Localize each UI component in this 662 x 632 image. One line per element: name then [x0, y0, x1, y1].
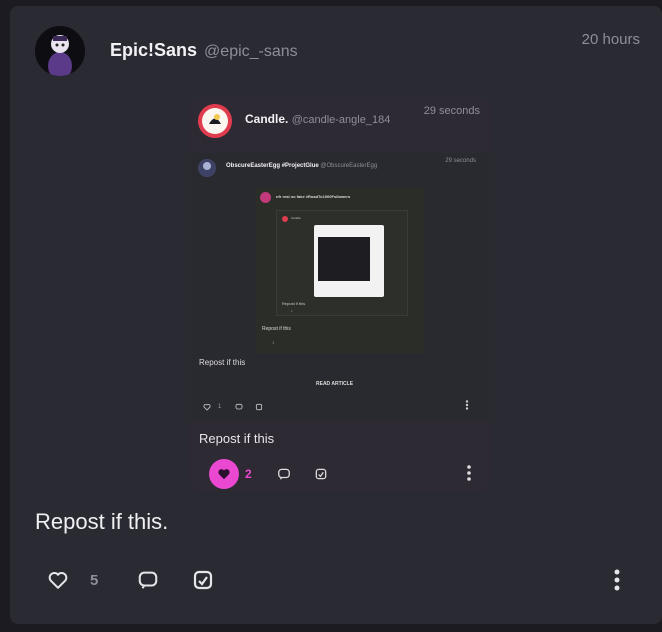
deeper-author-avatar [282, 216, 288, 222]
deep-author-avatar [260, 192, 271, 203]
nested-repost-icon[interactable] [255, 403, 263, 411]
post-text: Repost if this. [35, 509, 169, 534]
deepest-post-image [318, 237, 370, 281]
nested-author-avatar[interactable] [198, 159, 216, 177]
nested-like-count: 1 [218, 404, 222, 410]
nested-quoted-post[interactable]: ObscureEasterEgg #ProjectGlue @ObscureEa… [190, 153, 490, 419]
quoted-author-avatar[interactable] [198, 104, 232, 138]
quoted-author-name[interactable]: Candle. [245, 112, 288, 126]
quoted-more-icon[interactable] [467, 465, 471, 481]
nested-comment-icon[interactable] [235, 403, 243, 411]
deep-quoted-post[interactable]: nfr real no fake #RoadTo1000Followers Ca… [256, 188, 424, 354]
author-name[interactable]: Epic!Sans [110, 40, 197, 60]
repost-icon[interactable] [191, 568, 215, 592]
deep-post-text: Repost if this [262, 326, 291, 332]
comment-icon[interactable] [137, 569, 159, 591]
nested-more-icon[interactable] [465, 400, 469, 410]
nested-post-text: Repost if this [199, 358, 246, 367]
nested-author-name[interactable]: ObscureEasterEgg #ProjectGlue [226, 163, 319, 169]
nested-author-handle[interactable]: @ObscureEasterEgg [320, 163, 377, 169]
read-article-button[interactable]: READ ARTICLE [316, 381, 353, 387]
deep-post-title: nfr real no fake #RoadTo1000Followers [276, 194, 351, 199]
deeper-quoted-post[interactable]: Candle. Repost if this 1 [276, 210, 408, 316]
quoted-comment-icon[interactable] [277, 467, 291, 481]
nested-heart-icon[interactable] [203, 403, 211, 411]
deepest-quoted-post[interactable] [314, 225, 384, 297]
quoted-like-button[interactable] [209, 459, 239, 489]
heart-icon[interactable] [47, 569, 69, 591]
quoted-author-handle[interactable]: @candle-angle_184 [292, 114, 391, 126]
quoted-post[interactable]: Candle. @candle-angle_184 29 seconds Obs… [190, 97, 490, 491]
author-handle[interactable]: @epic_-sans [204, 43, 298, 60]
quoted-like-count: 2 [245, 467, 252, 481]
quoted-repost-icon[interactable] [314, 467, 328, 481]
deeper-post-text: Repost if this [282, 301, 306, 306]
quoted-timestamp[interactable]: 29 seconds [424, 105, 480, 117]
more-options-icon[interactable] [613, 568, 621, 592]
deeper-like-count: 1 [291, 309, 293, 313]
post-timestamp[interactable]: 20 hours [582, 31, 640, 48]
nested-timestamp[interactable]: 29 seconds [445, 158, 476, 164]
quoted-heart-icon [218, 469, 230, 480]
like-count: 5 [90, 572, 99, 589]
deeper-author-name: Candle. [291, 216, 302, 220]
author-avatar[interactable] [35, 26, 85, 76]
quoted-post-text: Repost if this [199, 431, 275, 446]
deep-like-count: 1 [272, 340, 275, 345]
post-card: Epic!Sans @epic_-sans 20 hours Candle. @… [10, 6, 662, 624]
